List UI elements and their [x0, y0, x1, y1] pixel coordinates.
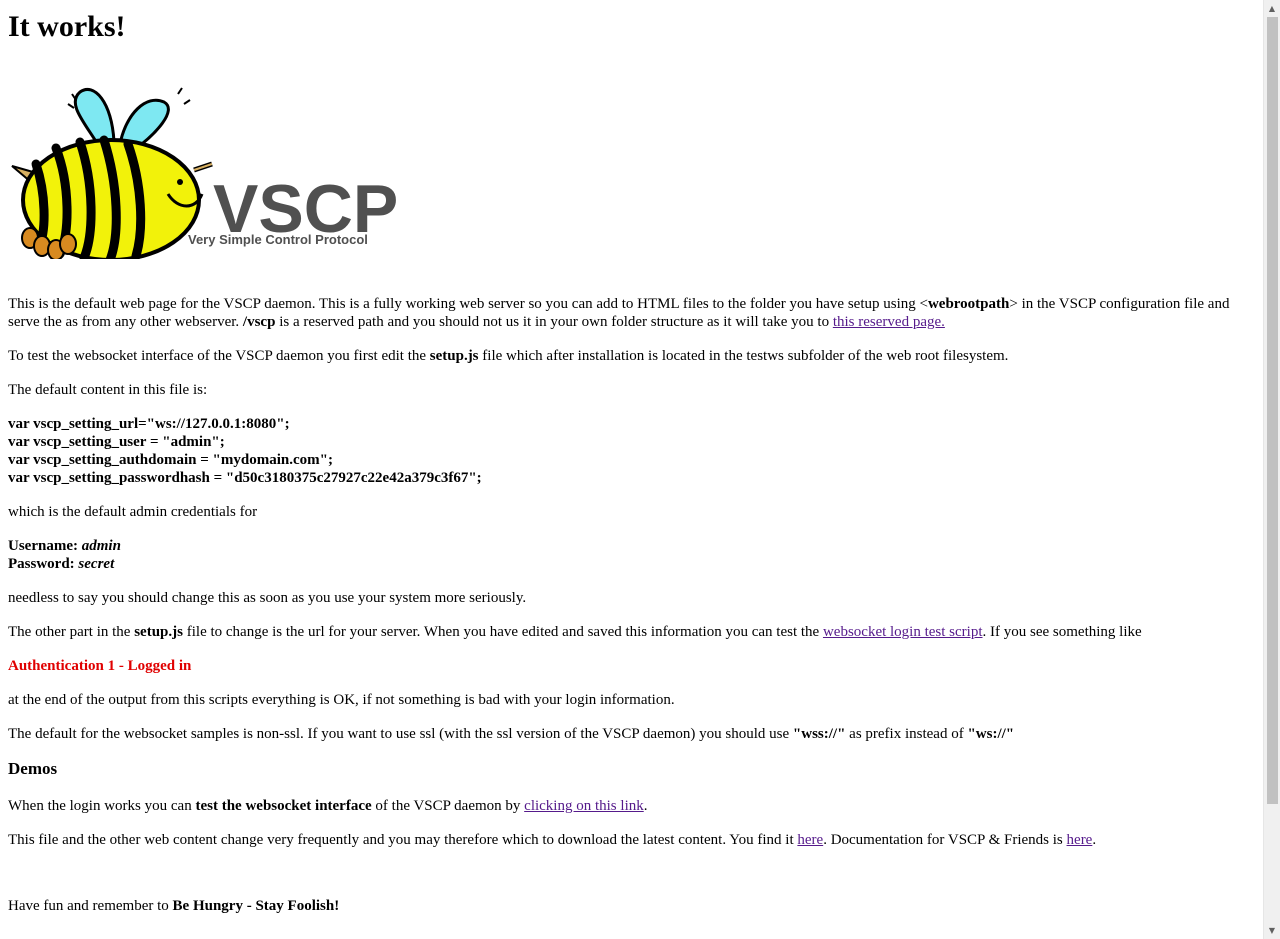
credentials-block: Username: admin Password: secret — [8, 537, 1256, 573]
other-part-text-3: . If you see something like — [982, 624, 1142, 640]
footer-bold: Be Hungry - Stay Foolish! — [172, 898, 340, 914]
ssl-text-2: as prefix instead of — [845, 726, 968, 742]
password-value: secret — [78, 556, 115, 572]
code-line: var vscp_setting_user = "admin"; — [8, 434, 225, 450]
code-line: var vscp_setting_passwordhash = "d50c318… — [8, 470, 482, 486]
intro-bold-webrootpath: webrootpath — [927, 296, 1010, 312]
websocket-login-test-link[interactable]: websocket login test script — [823, 624, 983, 640]
demos-bold: test the websocket interface — [195, 798, 372, 814]
scroll-down-arrow-icon[interactable]: ▼ — [1264, 922, 1280, 939]
demos-heading: Demos — [8, 759, 58, 778]
ssl-paragraph: The default for the websocket samples is… — [8, 725, 1256, 743]
end-output-text: at the end of the output from this scrip… — [8, 692, 675, 708]
intro-bold-vscp: /vscp — [242, 314, 276, 330]
clicking-on-this-link[interactable]: clicking on this link — [524, 798, 644, 814]
code-block: var vscp_setting_url="ws://127.0.0.1:808… — [8, 415, 1256, 487]
admin-credentials-text: which is the default admin credentials f… — [8, 504, 258, 520]
download-text-1: This file and the other web content chan… — [8, 832, 798, 848]
footer-text: Have fun and remember to Be Hungry - Sta… — [8, 897, 1256, 915]
demos-paragraph: When the login works you can test the we… — [8, 797, 1256, 815]
intro-text-3: is a reserved path and you should not us… — [275, 314, 833, 330]
needless-text: needless to say you should change this a… — [8, 590, 527, 606]
intro-paragraph: This is the default web page for the VSC… — [8, 295, 1256, 331]
download-paragraph: This file and the other web content chan… — [8, 831, 1256, 849]
default-content-text: The default content in this file is: — [8, 382, 208, 398]
username-value: admin — [81, 538, 121, 554]
vscp-logo: VSCP Very Simple Control Protocol — [8, 64, 408, 265]
other-part-text-1: The other part in the — [8, 624, 135, 640]
vertical-scrollbar[interactable]: ▲ ▼ — [1263, 0, 1280, 939]
websocket-text-1: To test the websocket interface of the V… — [8, 348, 430, 364]
other-part-text-2: file to change is the url for your serve… — [182, 624, 823, 640]
download-here-link[interactable]: here — [797, 832, 823, 848]
download-text-2: . Documentation for VSCP & Friends is — [823, 832, 1067, 848]
ws-prefix-bold: "ws://" — [967, 726, 1015, 742]
ssl-text-1: The default for the websocket samples is… — [8, 726, 793, 742]
websocket-text-2: file which after installation is located… — [478, 348, 1009, 364]
page-title: It works! — [8, 10, 126, 43]
setup-js-bold: setup.js — [134, 624, 183, 640]
other-part-paragraph: The other part in the setup.js file to c… — [8, 623, 1256, 641]
demos-text-1: When the login works you can — [8, 798, 196, 814]
password-label: Password: — [8, 556, 79, 572]
page-content: It works! VSCP Very Simple Control Proto… — [8, 0, 1256, 931]
wss-prefix-bold: "wss://" — [792, 726, 846, 742]
websocket-paragraph: To test the websocket interface of the V… — [8, 347, 1256, 365]
footer-text-1: Have fun and remember to — [8, 898, 173, 914]
scroll-up-arrow-icon[interactable]: ▲ — [1264, 0, 1280, 17]
setup-js-bold: setup.js — [429, 348, 479, 364]
demos-text-3: . — [643, 798, 648, 814]
username-label: Username: — [8, 538, 82, 554]
download-text-3: . — [1092, 832, 1097, 848]
code-line: var vscp_setting_authdomain = "mydomain.… — [8, 452, 333, 468]
scrollbar-thumb[interactable] — [1267, 17, 1278, 804]
reserved-page-link[interactable]: this reserved page. — [833, 314, 945, 330]
code-line: var vscp_setting_url="ws://127.0.0.1:808… — [8, 416, 290, 432]
intro-text-1: This is the default web page for the VSC… — [8, 296, 928, 312]
demos-text-2: of the VSCP daemon by — [371, 798, 525, 814]
bee-logo-icon: VSCP Very Simple Control Protocol — [11, 87, 398, 265]
auth-status-text: Authentication 1 - Logged in — [8, 658, 192, 674]
logo-tagline: Very Simple Control Protocol — [188, 232, 368, 247]
documentation-here-link[interactable]: here — [1067, 832, 1093, 848]
